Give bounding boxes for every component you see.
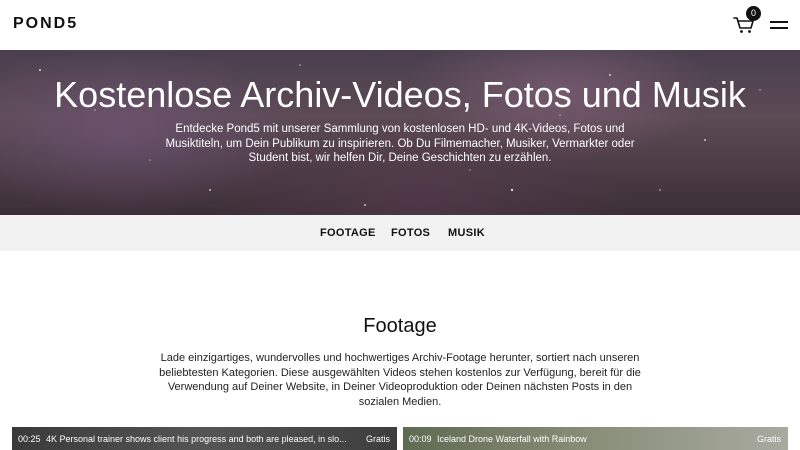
footage-section-description: Lade einzigartiges, wundervolles und hoc… [159, 352, 641, 408]
clip-card[interactable]: 00:25 4K Personal trainer shows client h… [12, 427, 397, 450]
hero-title: Kostenlose Archiv-Videos, Fotos und Musi… [54, 74, 746, 115]
site-header: POND5 0 [0, 0, 800, 50]
clip-title: 4K Personal trainer shows client his pro… [46, 434, 347, 444]
category-nav: FOOTAGE FOTOS MUSIK [0, 215, 800, 251]
hero-banner: Kostenlose Archiv-Videos, Fotos und Musi… [0, 50, 800, 215]
tab-musik[interactable]: MUSIK [448, 227, 485, 239]
tab-fotos[interactable]: FOTOS [391, 227, 430, 239]
clip-duration: 00:09 [409, 434, 432, 444]
clip-title: Iceland Drone Waterfall with Rainbow [437, 434, 587, 444]
clip-price-badge: Gratis [365, 434, 390, 444]
clip-card[interactable]: 00:09 Iceland Drone Waterfall with Rainb… [403, 427, 788, 450]
footage-section-title: Footage [363, 315, 437, 337]
clip-price-badge: Gratis [756, 434, 781, 444]
pond5-logo[interactable]: POND5 [13, 15, 78, 33]
tab-footage[interactable]: FOOTAGE [320, 227, 376, 239]
cart-count-badge: 0 [746, 6, 761, 21]
hamburger-menu-icon[interactable] [770, 19, 788, 31]
clip-duration: 00:25 [18, 434, 41, 444]
hero-description: Entdecke Pond5 mit unserer Sammlung von … [165, 123, 635, 164]
